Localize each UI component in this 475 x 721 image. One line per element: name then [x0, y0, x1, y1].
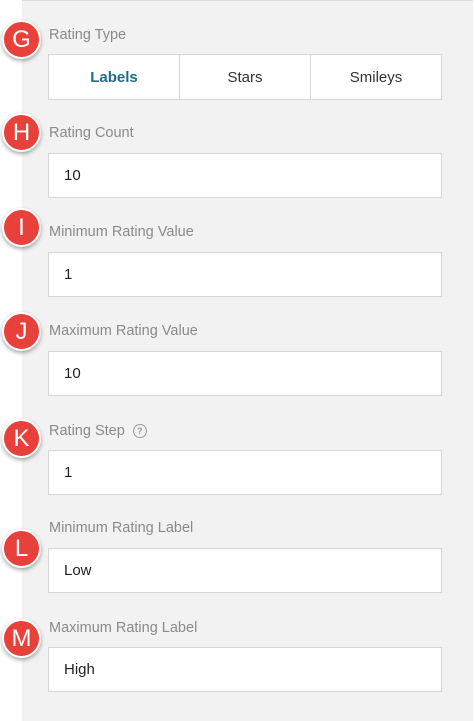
maximum-rating-label-label-text: Maximum Rating Label: [49, 620, 198, 636]
minimum-rating-label-input[interactable]: Low: [48, 548, 442, 593]
callout-badge-k: K: [2, 419, 41, 458]
callout-badge-l: L: [2, 529, 41, 568]
rating-type-option-smileys[interactable]: Smileys: [311, 55, 441, 99]
maximum-rating-label-input[interactable]: High: [48, 647, 442, 692]
minimum-rating-value-label-text: Minimum Rating Value: [49, 224, 194, 240]
rating-type-option-labels[interactable]: Labels: [49, 55, 180, 99]
rating-step-label: Rating Step ?: [49, 423, 147, 439]
callout-badge-g: G: [2, 20, 41, 59]
rating-type-segmented-control: Labels Stars Smileys: [48, 54, 442, 100]
callout-badge-i: I: [2, 208, 41, 247]
maximum-rating-value-label-text: Maximum Rating Value: [49, 323, 198, 339]
callout-badge-j: J: [2, 312, 41, 351]
maximum-rating-value-input[interactable]: 10: [48, 351, 442, 396]
minimum-rating-label-label-text: Minimum Rating Label: [49, 520, 194, 536]
rating-step-input[interactable]: 1: [48, 450, 442, 495]
maximum-rating-label-label: Maximum Rating Label: [49, 620, 197, 636]
rating-type-label: Rating Type: [49, 27, 126, 43]
rating-count-label: Rating Count: [49, 125, 134, 141]
callout-badge-m: M: [2, 619, 41, 658]
minimum-rating-label-label: Minimum Rating Label: [49, 520, 193, 536]
help-icon[interactable]: ?: [132, 424, 147, 438]
rating-count-input[interactable]: 10: [48, 153, 442, 198]
rating-type-option-stars[interactable]: Stars: [180, 55, 311, 99]
rating-count-label-text: Rating Count: [49, 125, 134, 141]
minimum-rating-value-label: Minimum Rating Value: [49, 224, 194, 240]
callout-badge-h: H: [2, 113, 41, 152]
rating-step-label-text: Rating Step: [49, 423, 125, 439]
minimum-rating-value-input[interactable]: 1: [48, 252, 442, 297]
maximum-rating-value-label: Maximum Rating Value: [49, 323, 198, 339]
rating-type-label-text: Rating Type: [49, 27, 127, 43]
